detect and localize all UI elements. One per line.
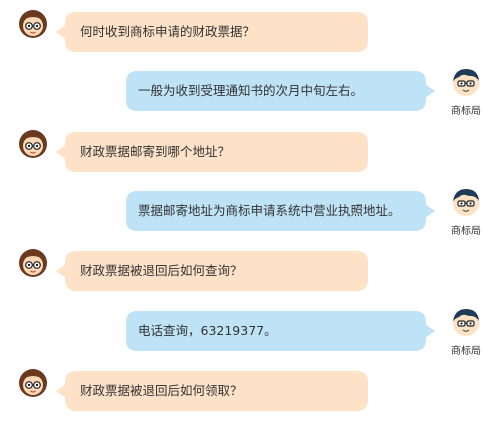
agent-bubble: 电话查询，63219377。 bbox=[126, 311, 435, 351]
chat-message-agent: 电话查询，63219377。 商标局 bbox=[0, 307, 500, 367]
chat-message-user: 财政票据被退回后如何领取？ bbox=[0, 365, 500, 425]
user-bubble: 何时收到商标申请的财政票据？ bbox=[56, 12, 368, 52]
agent-name: 商标局 bbox=[451, 106, 481, 117]
agent-bubble: 票据邮寄地址为商标申请系统中营业执照地址。 bbox=[126, 191, 435, 231]
user-bubble: 财政票据被退回后如何领取？ bbox=[56, 371, 368, 411]
chat-message-agent: 票据邮寄地址为商标申请系统中营业执照地址。 商标局 bbox=[0, 187, 500, 247]
agent-bubble: 一般为收到受理通知书的次月中旬左右。 bbox=[126, 71, 435, 111]
user-bubble: 财政票据邮寄到哪个地址？ bbox=[56, 132, 368, 172]
message-text: 财政票据邮寄到哪个地址？ bbox=[80, 144, 231, 159]
chat-message-user: 财政票据邮寄到哪个地址？ bbox=[0, 126, 500, 186]
message-text: 何时收到商标申请的财政票据？ bbox=[80, 24, 256, 39]
boy-with-glasses-icon bbox=[451, 187, 481, 217]
agent-avatar-block: 商标局 bbox=[445, 307, 487, 357]
message-text: 票据邮寄地址为商标申请系统中营业执照地址。 bbox=[138, 203, 401, 218]
agent-avatar-block: 商标局 bbox=[445, 67, 487, 117]
girl-with-glasses-icon bbox=[18, 368, 48, 398]
girl-with-glasses-icon bbox=[18, 129, 48, 159]
boy-with-glasses-icon bbox=[451, 67, 481, 97]
agent-name: 商标局 bbox=[451, 226, 481, 237]
user-bubble: 财政票据被退回后如何查询？ bbox=[56, 251, 368, 291]
message-text: 财政票据被退回后如何查询？ bbox=[80, 263, 243, 278]
girl-with-glasses-icon bbox=[18, 248, 48, 278]
agent-name: 商标局 bbox=[451, 346, 481, 357]
message-text: 一般为收到受理通知书的次月中旬左右。 bbox=[138, 83, 364, 98]
boy-with-glasses-icon bbox=[451, 307, 481, 337]
chat-message-agent: 一般为收到受理通知书的次月中旬左右。 商标局 bbox=[0, 67, 500, 127]
message-text: 财政票据被退回后如何领取？ bbox=[80, 383, 243, 398]
girl-with-glasses-icon bbox=[18, 9, 48, 39]
message-text: 电话查询，63219377。 bbox=[138, 323, 277, 338]
chat-message-user: 财政票据被退回后如何查询？ bbox=[0, 245, 500, 305]
chat-message-user: 何时收到商标申请的财政票据？ bbox=[0, 6, 500, 66]
agent-avatar-block: 商标局 bbox=[445, 187, 487, 237]
